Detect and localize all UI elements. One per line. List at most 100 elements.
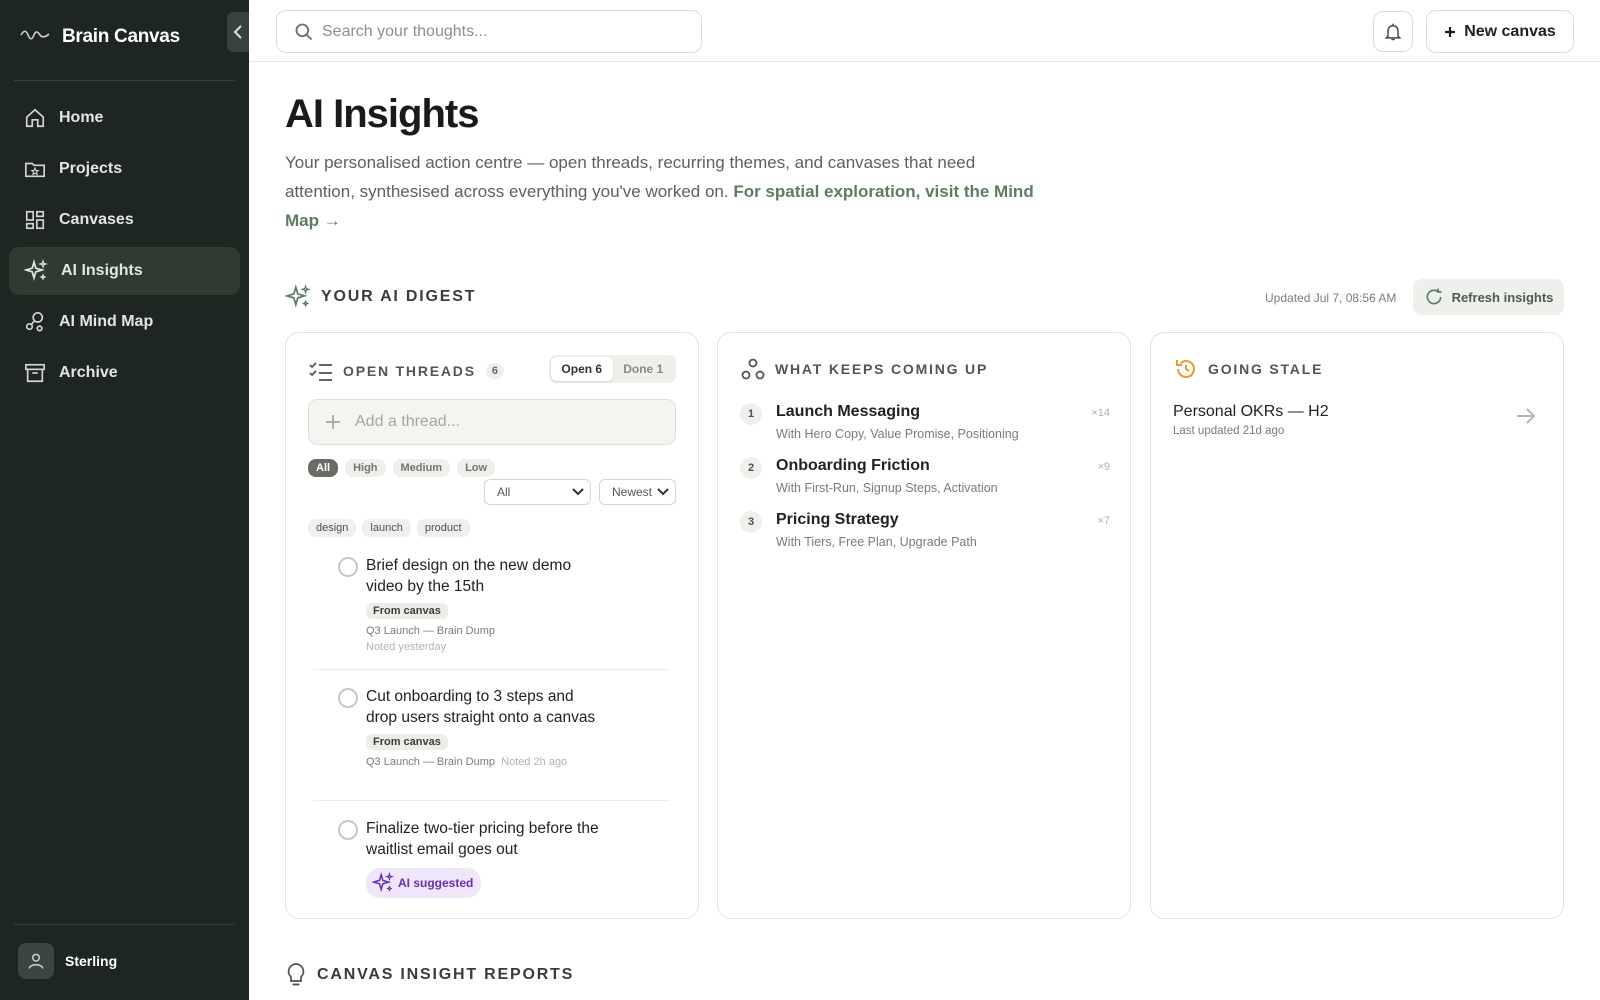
topic-name: Pricing Strategy <box>776 511 899 528</box>
reports-title: CANVAS INSIGHT REPORTS <box>317 966 575 983</box>
sidebar-item-label: Archive <box>59 364 118 381</box>
folder-star-icon <box>25 162 45 178</box>
arrow-right-icon[interactable] <box>1516 407 1536 425</box>
user-name: Sterling <box>65 953 118 969</box>
priority-chip-all[interactable]: All <box>308 459 339 477</box>
tab-done[interactable]: Done 1 <box>613 357 675 381</box>
archive-icon <box>25 363 45 383</box>
lightbulb-icon <box>287 963 305 986</box>
new-canvas-button[interactable]: New canvas <box>1426 10 1574 53</box>
tag-chip-launch[interactable]: launch <box>362 519 411 537</box>
topic-count: ×14 <box>1091 407 1110 419</box>
topic-rank: 3 <box>740 511 762 533</box>
priority-chip-medium[interactable]: Medium <box>392 459 451 477</box>
page-description: Your personalised action centre — open t… <box>285 148 1045 235</box>
history-icon <box>1176 360 1195 378</box>
thread-title[interactable]: Brief design on the new demo video by th… <box>366 555 606 597</box>
tab-open[interactable]: Open 6 <box>551 357 613 381</box>
refresh-icon <box>1426 288 1442 305</box>
thread-checkbox[interactable] <box>338 688 358 708</box>
filter-select[interactable]: All <box>484 479 591 505</box>
chevron-down-icon <box>657 488 669 496</box>
priority-chip-low[interactable]: Low <box>457 459 496 477</box>
chevron-down-icon <box>572 488 584 496</box>
sidebar-item-ai-insights[interactable]: AI Insights <box>9 247 240 295</box>
user-icon <box>28 953 44 969</box>
sidebar-item-projects[interactable]: Projects <box>9 145 240 193</box>
reports-header: CANVAS INSIGHT REPORTS <box>285 962 574 988</box>
checklist-icon <box>309 362 332 381</box>
brain-canvas-logo-icon <box>20 28 50 46</box>
thread-checkbox[interactable] <box>338 557 358 577</box>
sort-select[interactable]: Newest <box>599 479 676 505</box>
thread-divider <box>313 800 669 801</box>
sidebar-item-label: Canvases <box>59 211 134 228</box>
sidebar: Brain Canvas Home Projects Canvases AI I… <box>0 0 249 1000</box>
sidebar-item-archive[interactable]: Archive <box>9 349 240 397</box>
thread-title[interactable]: Cut onboarding to 3 steps and drop users… <box>366 686 606 728</box>
thread-source-badge: From canvas <box>366 603 448 619</box>
notifications-button[interactable] <box>1373 11 1413 52</box>
brand[interactable]: Brain Canvas <box>20 26 180 48</box>
sidebar-item-home[interactable]: Home <box>9 94 240 142</box>
stale-header: GOING STALE <box>1174 357 1323 381</box>
filter-select-value: All <box>497 485 511 499</box>
topic-count: ×7 <box>1097 515 1110 527</box>
refresh-insights-label: Refresh insights <box>1451 289 1554 305</box>
tag-chip-design[interactable]: design <box>308 519 357 537</box>
sidebar-divider <box>14 924 235 925</box>
add-thread-input[interactable] <box>355 413 655 431</box>
user-profile[interactable]: Sterling <box>18 943 117 979</box>
collapse-sidebar-button[interactable] <box>227 12 249 52</box>
sidebar-item-ai-mind-map[interactable]: AI Mind Map <box>9 298 240 346</box>
thread-canvas[interactable]: Q3 Launch — Brain Dump <box>366 625 606 637</box>
thread-noted: Noted yesterday <box>366 641 447 653</box>
ai-suggested-label: AI suggested <box>398 876 474 890</box>
priority-chip-high[interactable]: High <box>345 459 386 477</box>
sidebar-item-label: Projects <box>59 160 123 177</box>
thread-source-badge: From canvas <box>366 734 448 750</box>
sidebar-item-label: AI Mind Map <box>59 313 154 330</box>
home-icon <box>25 108 45 128</box>
sidebar-item-label: Home <box>59 109 104 126</box>
add-thread-box[interactable] <box>308 399 676 445</box>
sidebar-nav: Home Projects Canvases AI Insights AI Mi… <box>9 94 240 400</box>
sidebar-item-canvases[interactable]: Canvases <box>9 196 240 244</box>
topic-rank: 1 <box>740 403 762 425</box>
brand-title: Brain Canvas <box>62 26 180 47</box>
updated-timestamp: Updated Jul 7, 08:56 AM <box>1265 291 1397 305</box>
recurring-header: WHAT KEEPS COMING UP <box>741 357 988 381</box>
open-threads-header: OPEN THREADS 6 <box>309 361 504 381</box>
topic-count: ×9 <box>1097 461 1110 473</box>
thread-checkbox[interactable] <box>338 820 358 840</box>
thread-meta: Q3 Launch — Brain Dump Noted 2h ago <box>366 756 606 768</box>
topic-related: With Tiers, Free Plan, Upgrade Path <box>776 535 977 549</box>
topbar: New canvas <box>249 0 1600 62</box>
avatar <box>18 943 54 979</box>
topic-related: With First-Run, Signup Steps, Activation <box>776 481 998 495</box>
thread-status-toggle: Open 6 Done 1 <box>549 355 676 383</box>
search-icon <box>295 23 313 40</box>
priority-filter: All High Medium Low <box>308 459 496 477</box>
sidebar-item-label: AI Insights <box>61 262 143 279</box>
refresh-insights-button[interactable]: Refresh insights <box>1413 279 1564 315</box>
people-icon <box>741 358 765 380</box>
chevron-left-icon <box>233 25 242 39</box>
tag-chip-product[interactable]: product <box>416 519 470 537</box>
new-canvas-label: New canvas <box>1464 22 1556 40</box>
open-threads-card: OPEN THREADS 6 Open 6 Done 1 All High Me… <box>285 332 699 919</box>
digest-title: YOUR AI DIGEST <box>321 288 477 305</box>
thread-divider <box>313 669 669 670</box>
search-box[interactable] <box>276 10 702 53</box>
open-threads-count: 6 <box>485 363 504 379</box>
thread-title[interactable]: Finalize two-tier pricing before the wai… <box>366 818 606 860</box>
sort-select-value: Newest <box>612 485 653 499</box>
stale-item-name: Personal OKRs — H2 <box>1173 403 1329 420</box>
topic-rank: 2 <box>740 457 762 479</box>
thread-canvas[interactable]: Q3 Launch — Brain Dump <box>366 756 495 768</box>
plus-icon <box>326 415 340 429</box>
search-input[interactable] <box>322 22 682 41</box>
bell-icon <box>1384 23 1402 40</box>
page-title: AI Insights <box>285 92 479 136</box>
going-stale-card: GOING STALE Personal OKRs — H2 Last upda… <box>1150 332 1564 919</box>
